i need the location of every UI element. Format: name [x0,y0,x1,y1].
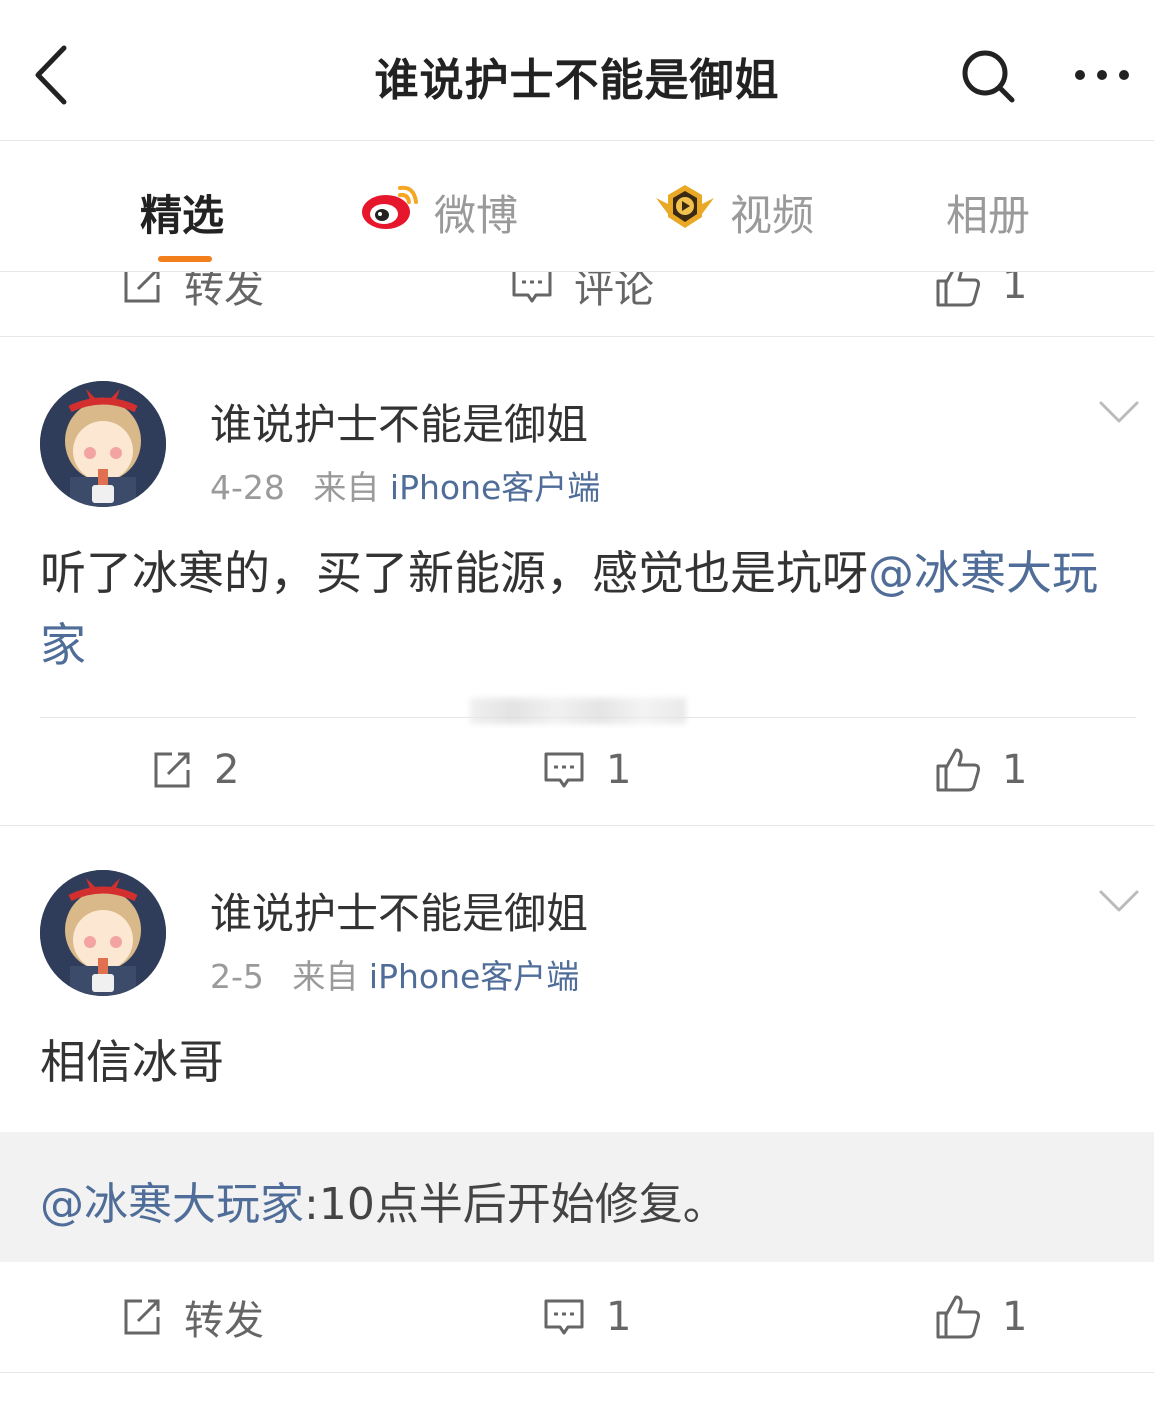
post-actions: 2 1 1 [0,725,1154,815]
tab-video[interactable]: 视频 [654,177,814,247]
more-dots-icon[interactable] [1070,60,1134,90]
thumbs-up-icon [936,272,980,307]
thumbs-up-icon [936,748,980,792]
post-username[interactable]: 谁说护士不能是御姐 [210,880,588,941]
like-count: 1 [1002,747,1028,793]
comment-icon [544,1299,584,1335]
active-tab-indicator [158,256,212,262]
mention-link[interactable]: @冰寒大玩家 [40,1179,304,1230]
repost-label: 转发 [184,1298,264,1344]
tab-weibo-label: 微博 [434,190,519,240]
chevron-down-icon[interactable] [1098,888,1140,914]
quoted-repost[interactable]: @冰寒大玩家:10点半后开始修复。 [0,1132,1154,1262]
like-button[interactable]: 1 [934,272,1027,330]
weibo-post: 谁说护士不能是御姐 2-5 来自 iPhone客户端 相信冰哥 @冰寒大玩家:1… [0,826,1154,1372]
thumbs-up-icon [936,1295,980,1339]
avatar[interactable] [40,870,166,996]
post-date: 2-5 [210,957,264,996]
divider [0,1372,1154,1373]
comment-icon [544,752,584,788]
like-count: 1 [1002,272,1028,308]
comment-button[interactable]: 1 [542,725,631,815]
quoted-body: :10点半后开始修复。 [304,1179,727,1230]
chevron-down-icon[interactable] [1098,399,1140,425]
comment-icon [512,272,552,303]
video-badge-icon [654,182,716,242]
blurred-watermark [470,698,686,724]
profile-tab-bar: 精选 微博 视频 相册 [0,141,1154,272]
post-source[interactable]: iPhone客户端 [369,957,579,996]
like-button[interactable]: 1 [934,1272,1027,1362]
comment-button[interactable]: 1 [542,1272,631,1362]
comment-count: 1 [606,1294,632,1340]
post-source[interactable]: iPhone客户端 [390,468,600,507]
tab-album-label: 相册 [946,190,1031,240]
tab-album[interactable]: 相册 [946,177,1030,247]
post-source-prefix: 来自 [313,468,380,507]
post-actions: 转发 1 1 [0,1272,1154,1362]
post-meta: 2-5 来自 iPhone客户端 [210,950,579,998]
post-meta: 4-28 来自 iPhone客户端 [210,461,600,509]
post-username[interactable]: 谁说护士不能是御姐 [210,391,588,452]
comment-button[interactable]: 评论 [510,272,654,330]
repost-button[interactable]: 转发 [120,272,264,330]
post-date: 4-28 [210,468,285,507]
repost-button[interactable]: 转发 [120,1272,264,1362]
post-source-prefix: 来自 [292,957,359,996]
post-text: 听了冰寒的，买了新能源，感觉也是坑呀@冰寒大玩家 [40,537,1114,681]
repost-label: 转发 [184,272,264,312]
weibo-post: 谁说护士不能是御姐 4-28 来自 iPhone客户端 听了冰寒的，买了新能源，… [0,337,1154,825]
repost-icon [154,752,190,788]
quoted-text: @冰寒大玩家:10点半后开始修复。 [40,1168,727,1232]
repost-icon [124,272,160,303]
repost-icon [124,1299,160,1335]
like-button[interactable]: 1 [934,725,1027,815]
comment-count: 1 [606,747,632,793]
weibo-logo-icon [360,182,420,242]
tab-video-label: 视频 [730,190,815,240]
post-body: 听了冰寒的，买了新能源，感觉也是坑呀 [40,546,868,600]
previous-post-actions: 转发 评论 1 [0,272,1154,337]
tab-weibo[interactable]: 微博 [360,177,518,247]
repost-count: 2 [214,747,240,793]
repost-button[interactable]: 2 [150,725,239,815]
tab-featured[interactable]: 精选 [140,177,224,247]
top-nav-bar: 谁说护士不能是御姐 [0,0,1154,141]
tab-featured-label: 精选 [140,190,225,240]
post-text: 相信冰哥 [40,1035,224,1089]
search-icon[interactable] [958,46,1018,106]
like-count: 1 [1002,1294,1028,1340]
avatar[interactable] [40,381,166,507]
comment-label: 评论 [574,272,654,312]
